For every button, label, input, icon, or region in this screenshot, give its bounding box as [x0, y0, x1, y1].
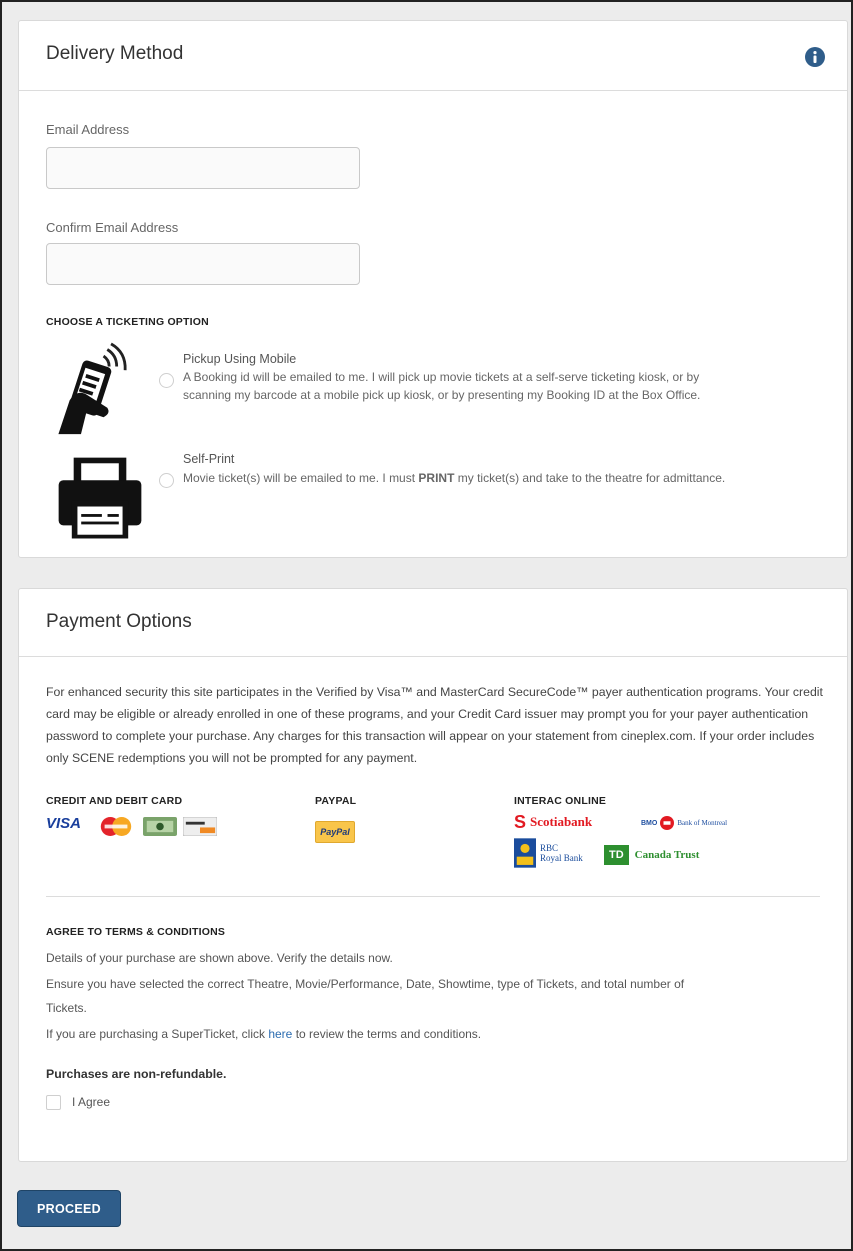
bmo-roundel-icon: [660, 816, 675, 830]
visa-logo: VISA: [46, 815, 82, 832]
delivery-method-panel: Delivery Method Email Address Confirm Em…: [18, 20, 848, 558]
scotiabank-s-icon: S: [514, 811, 527, 832]
non-refundable-notice: Purchases are non-refundable.: [46, 1067, 227, 1081]
security-notice: For enhanced security this site particip…: [46, 685, 823, 765]
page-frame: Delivery Method Email Address Confirm Em…: [0, 0, 853, 1251]
supertickets-terms-link[interactable]: here: [268, 1027, 292, 1041]
ticketing-option-heading: CHOOSE A TICKETING OPTION: [46, 316, 209, 328]
printer-icon: [58, 457, 142, 539]
delivery-method-title: Delivery Method: [46, 43, 184, 64]
payment-options-title: Payment Options: [46, 611, 192, 632]
rbc-lion-icon: [514, 838, 536, 868]
scotiabank-label: Scotiabank: [530, 814, 593, 829]
discover-card-logo: [183, 817, 217, 836]
delivery-method-header: Delivery Method: [19, 21, 847, 91]
terms-heading: AGREE TO TERMS & CONDITIONS: [46, 926, 226, 938]
terms-line-1: Details of your purchase are shown above…: [46, 951, 393, 965]
debit-card-logo: [143, 817, 177, 836]
agree-checkbox[interactable]: [46, 1095, 61, 1110]
pickup-mobile-desc-line2: scanning my barcode at a mobile pick up …: [183, 388, 701, 402]
confirm-email-label: Confirm Email Address: [46, 220, 179, 235]
pickup-mobile-radio[interactable]: [159, 373, 174, 388]
mastercard-logo: [100, 817, 132, 836]
rbc-full-label: Royal Bank: [540, 853, 583, 863]
mobile-phone-icon: [58, 342, 127, 435]
email-input[interactable]: [46, 147, 360, 189]
td-canada-trust-logo: TD Canada Trust: [604, 845, 699, 865]
td-label: TD: [604, 845, 629, 865]
paypal-heading: PAYPAL: [315, 795, 357, 807]
rbc-label: RBC: [540, 843, 559, 853]
td-full-label: Canada Trust: [634, 849, 700, 861]
pickup-mobile-desc-line1: A Booking id will be emailed to me. I wi…: [183, 370, 700, 384]
info-icon[interactable]: [805, 47, 825, 67]
paypal-logo: PayPal: [315, 821, 355, 843]
rbc-text: RBC Royal Bank: [540, 843, 583, 863]
scotiabank-logo: S Scotiabank: [514, 811, 593, 832]
email-label: Email Address: [46, 122, 130, 137]
bmo-label: BMO: [641, 819, 658, 827]
bmo-logo: BMO Bank of Montreal: [641, 815, 727, 831]
confirm-email-input[interactable]: [46, 243, 360, 285]
payment-options-header: Payment Options: [19, 589, 847, 657]
credit-debit-heading: CREDIT AND DEBIT CARD: [46, 795, 183, 807]
agree-label[interactable]: I Agree: [72, 1095, 110, 1109]
interac-heading: INTERAC ONLINE: [514, 795, 607, 807]
self-print-title: Self-Print: [183, 452, 235, 466]
terms-line-2: Ensure you have selected the correct The…: [46, 977, 685, 991]
pickup-mobile-title: Pickup Using Mobile: [183, 352, 297, 366]
payment-options-panel: Payment Options For enhanced security th…: [18, 588, 848, 1162]
terms-line-3: Tickets.: [46, 1001, 87, 1015]
self-print-desc: Movie ticket(s) will be emailed to me. I…: [183, 471, 726, 485]
proceed-button[interactable]: PROCEED: [17, 1190, 121, 1227]
payment-divider: [46, 896, 820, 897]
rbc-logo: RBC Royal Bank: [514, 837, 583, 869]
bmo-full-label: Bank of Montreal: [677, 819, 728, 827]
self-print-radio[interactable]: [159, 473, 174, 488]
terms-line-4: If you are purchasing a SuperTicket, cli…: [46, 1027, 482, 1041]
